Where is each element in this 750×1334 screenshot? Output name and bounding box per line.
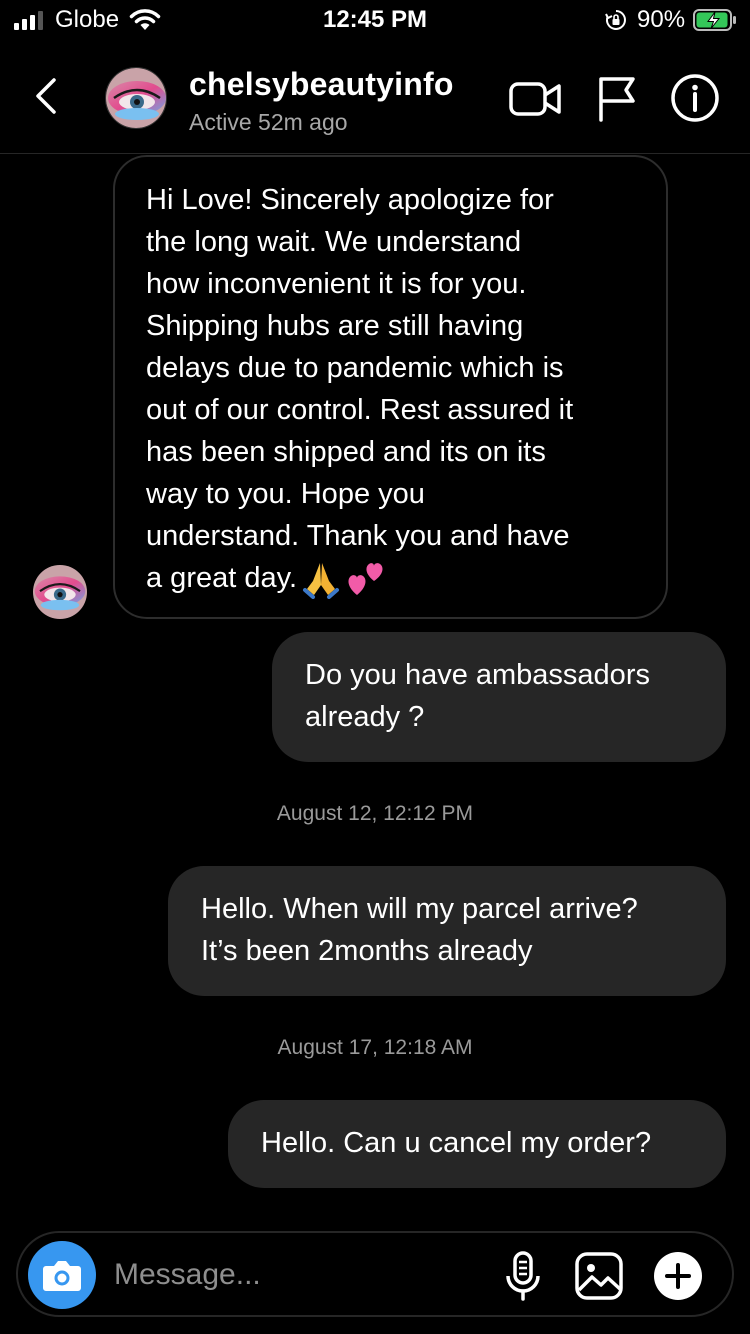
eye-makeup-avatar-image xyxy=(33,565,87,619)
eye-makeup-avatar-image xyxy=(106,68,166,128)
add-button[interactable] xyxy=(654,1252,702,1300)
battery-percent: 90% xyxy=(637,6,686,33)
camera-button[interactable] xyxy=(28,1241,96,1309)
message-timestamp: August 12, 12:12 PM xyxy=(276,802,474,825)
message-composer xyxy=(16,1231,734,1317)
info-icon[interactable] xyxy=(670,73,720,123)
outgoing-message-bubble[interactable]: Hello. When will my parcel arrive? It’s … xyxy=(168,866,726,996)
outgoing-message-bubble[interactable]: Hello. Can u cancel my order? xyxy=(228,1100,726,1188)
gallery-icon[interactable] xyxy=(574,1251,624,1301)
video-call-icon[interactable] xyxy=(508,77,562,121)
microphone-icon[interactable] xyxy=(504,1250,542,1302)
chat-header: chelsybeautyinfo Active 52m ago xyxy=(0,40,750,154)
rotation-lock-icon xyxy=(605,10,626,30)
folded-hands-emoji xyxy=(303,563,340,600)
chat-username[interactable]: chelsybeautyinfo xyxy=(189,66,454,103)
plus-icon xyxy=(665,1263,691,1289)
flag-icon[interactable] xyxy=(596,74,638,122)
status-bar: Globe 12:45 PM 90% xyxy=(0,0,750,40)
battery-charging-icon xyxy=(693,9,736,31)
avatar[interactable] xyxy=(105,67,167,129)
message-input[interactable] xyxy=(114,1253,494,1297)
message-text: Hi Love! Sincerely apologize for the lon… xyxy=(146,184,574,594)
two-hearts-emoji xyxy=(348,563,383,596)
message-timestamp: August 17, 12:18 AM xyxy=(277,1036,473,1059)
outgoing-message-bubble[interactable]: Do you have ambassadors already ? xyxy=(272,632,726,762)
camera-icon xyxy=(43,1261,81,1291)
sender-avatar[interactable] xyxy=(33,565,87,619)
back-chevron-icon[interactable] xyxy=(30,74,64,118)
incoming-message-bubble[interactable]: Hi Love! Sincerely apologize for the lon… xyxy=(113,155,668,619)
active-status: Active 52m ago xyxy=(189,109,348,135)
